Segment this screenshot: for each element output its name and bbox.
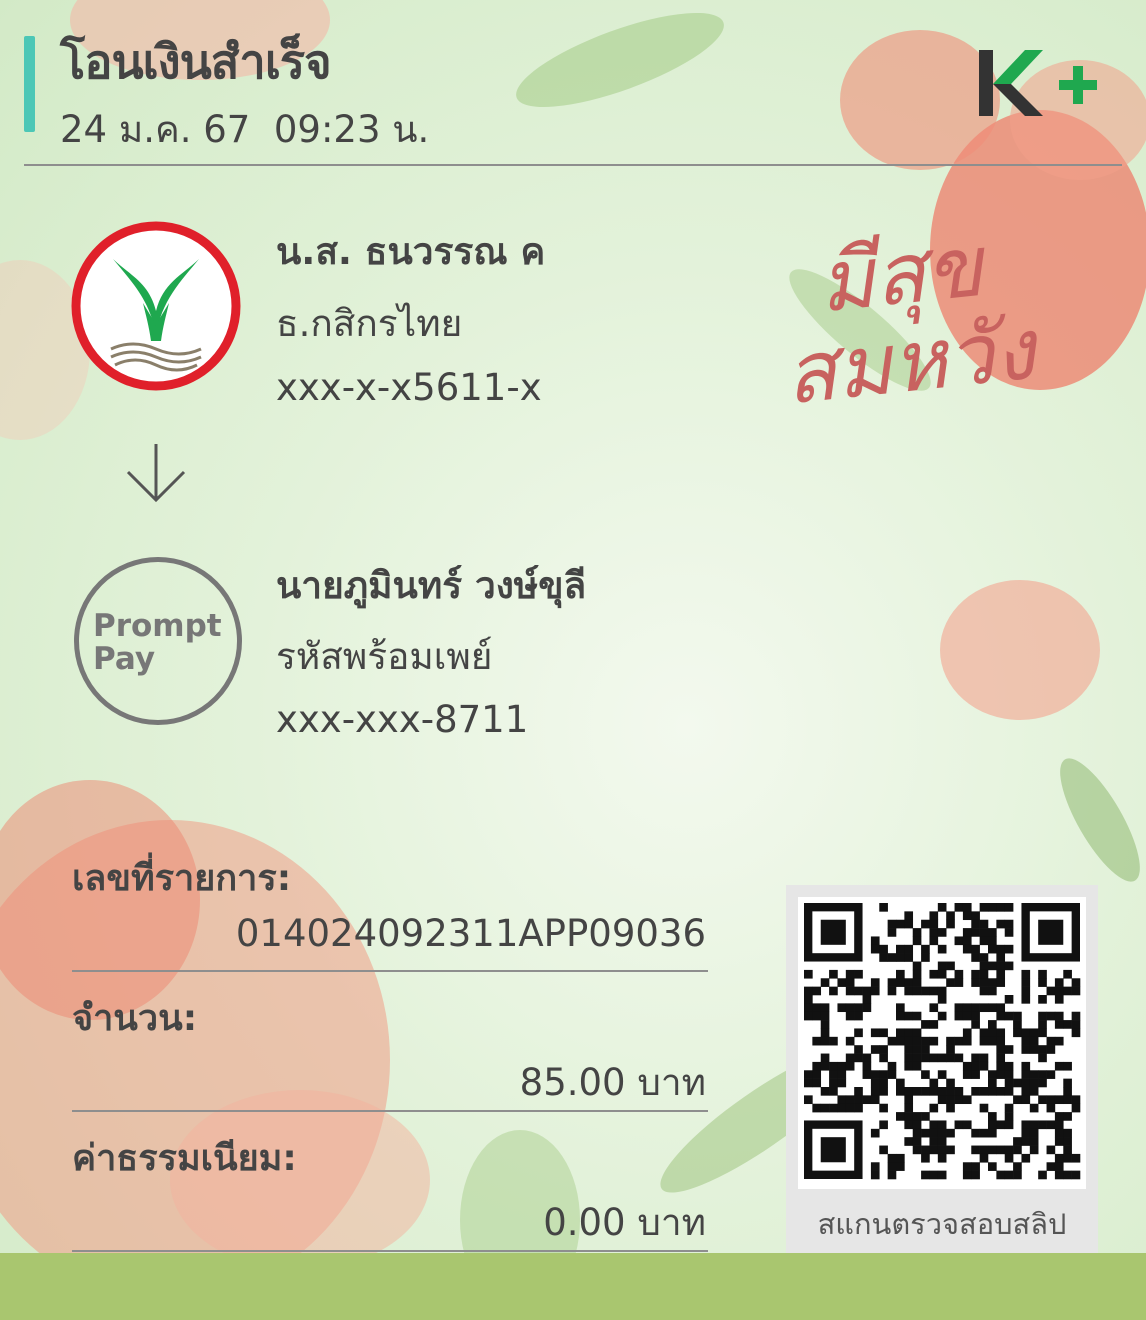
fee-label: ค่าธรรมเนียม: <box>72 1138 297 1179</box>
amount-value: 85.00 บาท <box>519 1061 706 1104</box>
qr-code-icon[interactable] <box>798 897 1086 1189</box>
fee-divider <box>72 1250 708 1252</box>
sender-name: น.ส. ธนวรรณ ค <box>276 230 546 273</box>
qr-caption: สแกนตรวจสอบสลิป <box>817 1207 1067 1241</box>
receiver-bank: รหัสพร้อมเพย์ <box>276 635 493 678</box>
promptpay-logo-icon: Prompt Pay <box>74 557 242 725</box>
sender-bank: ธ.กสิกรไทย <box>276 302 463 345</box>
page-title: โอนเงินสำเร็จ <box>60 35 332 90</box>
reference-label: เลขที่รายการ: <box>72 858 292 899</box>
kasikornbank-logo-icon <box>71 221 241 391</box>
promptpay-logo-text-2: Pay <box>93 640 156 677</box>
arrow-down-icon <box>126 444 186 503</box>
verification-qr-panel: สแกนตรวจสอบสลิป <box>786 885 1098 1255</box>
amount-label: จำนวน: <box>72 998 198 1039</box>
receiver-account: xxx-xxx-8711 <box>276 698 529 741</box>
qr-code-area <box>798 897 1086 1189</box>
amount-divider <box>72 1110 708 1112</box>
footer-bar <box>0 1253 1146 1320</box>
sender-account: xxx-x-x5611-x <box>276 366 542 409</box>
transaction-datetime: 24 ม.ค. 67 09:23 น. <box>60 108 430 151</box>
kplus-logo-icon <box>979 50 1097 116</box>
greeting-decoration: มีสุข สมหวัง <box>771 217 1039 424</box>
title-accent-bar <box>24 36 35 132</box>
receiver-name: นายภูมินทร์ วงษ์ขุลี <box>276 564 587 607</box>
header-divider <box>24 164 1122 166</box>
fee-value: 0.00 บาท <box>543 1201 706 1244</box>
reference-divider <box>72 970 708 972</box>
reference-value: 014024092311APP09036 <box>235 912 706 955</box>
promptpay-logo-text-1: Prompt <box>93 608 222 644</box>
